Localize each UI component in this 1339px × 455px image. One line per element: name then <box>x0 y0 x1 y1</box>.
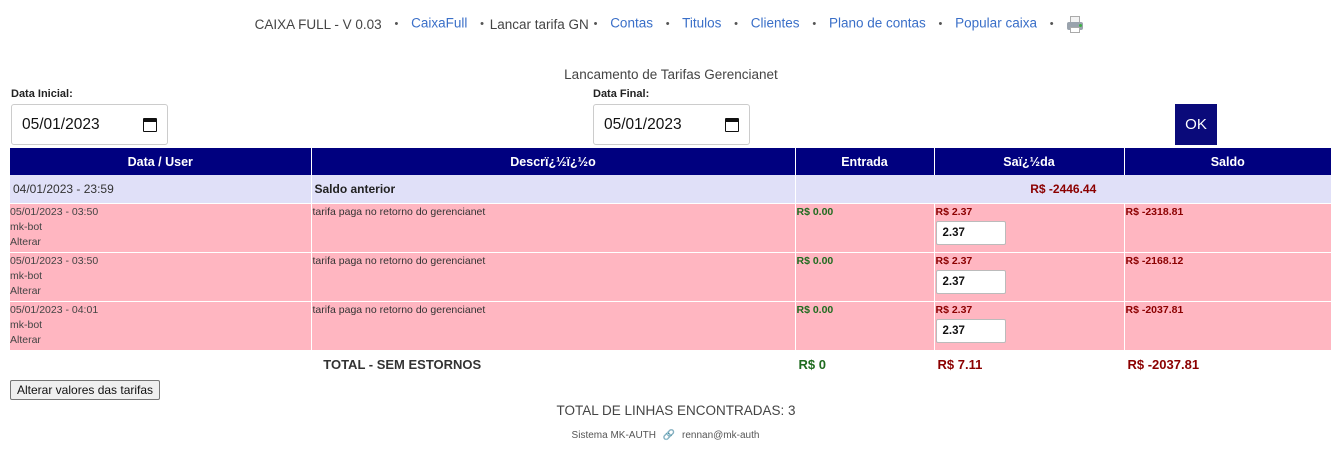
footer: Sistema MK-AUTH 🔗 rennan@mk-auth <box>0 430 1331 441</box>
footer-email: rennan@mk-auth <box>682 430 760 441</box>
calendar-icon[interactable] <box>143 118 157 132</box>
total-entrada: R$ 0 <box>795 350 935 378</box>
table-row: 05/01/2023 - 03:50 mk-bot Alterar tarifa… <box>10 252 1331 302</box>
end-date-label: Data Final: <box>593 88 650 100</box>
row-alter-link[interactable]: Alterar <box>10 333 311 348</box>
table-header-row: Data / User Descrï¿½ï¿½o Entrada Saï¿½da… <box>10 148 1331 175</box>
tarifa-input[interactable]: 2.37 <box>935 318 1006 343</box>
row-saida: R$ 2.37 <box>935 303 973 316</box>
row-count: TOTAL DE LINHAS ENCONTRADAS: 3 <box>556 403 796 418</box>
row-entrada: R$ 0.00 <box>795 203 935 253</box>
previous-balance-row: 04/01/2023 - 23:59 Saldo anterior R$ -24… <box>10 175 1331 204</box>
table-row: 05/01/2023 - 04:01 mk-bot Alterar tarifa… <box>10 301 1331 351</box>
calendar-icon[interactable] <box>725 118 739 132</box>
col-header-entrada: Entrada <box>795 148 935 175</box>
ok-button[interactable]: OK <box>1175 104 1217 145</box>
row-alter-link[interactable]: Alterar <box>10 235 311 250</box>
total-row: TOTAL - SEM ESTORNOS R$ 0 R$ 7.11 R$ -20… <box>10 350 1331 378</box>
end-date-value: 05/01/2023 <box>604 115 682 133</box>
previous-saldo: R$ -2446.44 <box>795 175 1331 204</box>
row-entrada: R$ 0.00 <box>795 301 935 351</box>
col-header-saida: Saï¿½da <box>934 148 1125 175</box>
start-date-input[interactable]: 05/01/2023 <box>11 104 168 145</box>
nav-item-lancar-tarifa[interactable]: Lancar tarifa GN <box>490 17 589 32</box>
alter-tarifas-button[interactable]: Alterar valores das tarifas <box>10 380 161 400</box>
nav-separator: • <box>812 18 817 30</box>
page-title: Lancamento de Tarifas Gerencianet <box>564 67 778 82</box>
printer-icon[interactable] <box>1066 15 1084 33</box>
row-saida: R$ 2.37 <box>935 205 973 218</box>
row-date: 05/01/2023 - 03:50 <box>10 254 99 267</box>
row-user: mk-bot <box>10 220 43 233</box>
col-header-saldo: Saldo <box>1124 148 1331 175</box>
row-user: mk-bot <box>10 318 43 331</box>
row-description: tarifa paga no retorno do gerencianet <box>311 252 796 302</box>
nav-link-plano-de-contas[interactable]: Plano de contas <box>829 16 926 31</box>
link-icon: 🔗 <box>662 430 676 441</box>
row-date: 05/01/2023 - 03:50 <box>10 205 99 218</box>
total-saida: R$ 7.11 <box>934 350 1125 378</box>
nav-separator: • <box>665 18 670 30</box>
row-saldo: R$ -2037.81 <box>1124 301 1331 351</box>
tarifas-table: Data / User Descrï¿½ï¿½o Entrada Saï¿½da… <box>10 148 1331 378</box>
row-date: 05/01/2023 - 04:01 <box>10 303 99 316</box>
previous-label: Saldo anterior <box>311 175 796 204</box>
app-title: CAIXA FULL - V 0.03 <box>254 16 382 32</box>
nav-separator: • <box>394 18 399 30</box>
previous-date: 04/01/2023 - 23:59 <box>10 175 312 204</box>
start-date-label: Data Inicial: <box>11 88 73 100</box>
tarifa-input[interactable]: 2.37 <box>935 220 1006 245</box>
nav-link-caixafull[interactable]: CaixaFull <box>411 16 467 31</box>
col-header-date-user: Data / User <box>10 148 312 175</box>
row-description: tarifa paga no retorno do gerencianet <box>311 203 796 253</box>
row-saldo: R$ -2168.12 <box>1124 252 1331 302</box>
row-description: tarifa paga no retorno do gerencianet <box>311 301 796 351</box>
nav-separator: • <box>734 18 738 30</box>
nav-separator: • <box>938 18 943 30</box>
end-date-input[interactable]: 05/01/2023 <box>593 104 750 145</box>
nav-separator: • <box>480 18 484 30</box>
total-saldo: R$ -2037.81 <box>1127 356 1200 372</box>
table-row: 05/01/2023 - 03:50 mk-bot Alterar tarifa… <box>10 203 1331 253</box>
nav-separator: • <box>1049 18 1054 30</box>
nav-link-clientes[interactable]: Clientes <box>751 16 800 31</box>
col-header-descricao: Descrï¿½ï¿½o <box>311 148 796 175</box>
row-saida: R$ 2.37 <box>935 254 973 267</box>
tarifa-input[interactable]: 2.37 <box>935 269 1006 294</box>
footer-system: Sistema MK-AUTH <box>571 430 656 441</box>
total-label: TOTAL - SEM ESTORNOS <box>10 350 796 378</box>
start-date-value: 05/01/2023 <box>22 115 100 133</box>
row-user: mk-bot <box>10 269 43 282</box>
nav-separator: • <box>593 18 598 30</box>
top-navigation: CAIXA FULL - V 0.03 • CaixaFull • Lancar… <box>0 15 1339 33</box>
nav-link-popular-caixa[interactable]: Popular caixa <box>955 16 1037 31</box>
nav-link-titulos[interactable]: Titulos <box>682 16 721 31</box>
nav-link-contas[interactable]: Contas <box>610 16 653 31</box>
row-saldo: R$ -2318.81 <box>1124 203 1331 253</box>
row-alter-link[interactable]: Alterar <box>10 284 311 299</box>
row-entrada: R$ 0.00 <box>795 252 935 302</box>
